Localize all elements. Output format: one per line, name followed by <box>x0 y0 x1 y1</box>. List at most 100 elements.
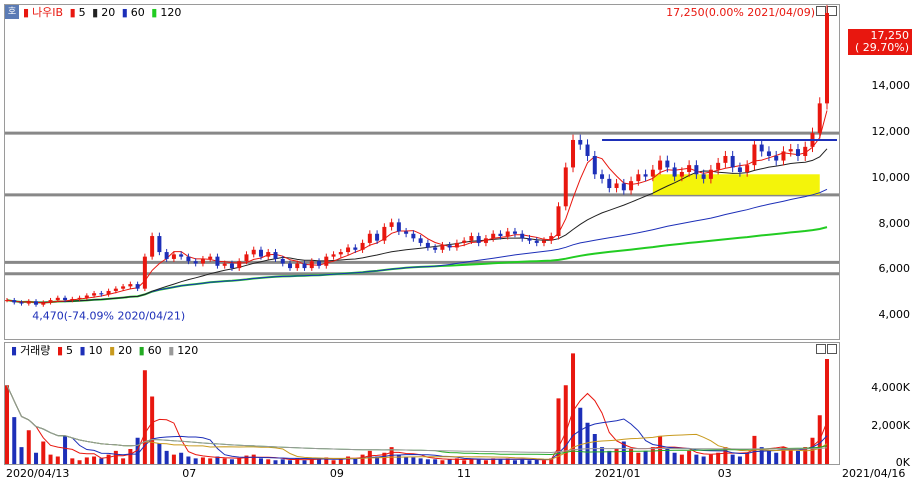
date-tick-label: 2021/01 <box>594 467 641 480</box>
candle-body <box>600 174 605 179</box>
volume-bar <box>730 454 735 464</box>
candle-body <box>425 242 430 248</box>
candle-body <box>55 297 60 301</box>
candle-body <box>483 238 488 243</box>
date-tick-label: 07 <box>182 467 197 480</box>
candle-body <box>309 261 314 269</box>
price-chart-pane[interactable]: 호 ▮ 나우IB ▮ 5 ▮ 20 ▮ 60 ▮ 120 17,250(0.00% 202… <box>4 4 840 340</box>
date-tick-label: 2021/04/16 <box>842 467 906 480</box>
candle-body <box>658 160 663 170</box>
volume-bar <box>164 450 169 464</box>
candle-body <box>106 290 111 295</box>
volume-bar <box>55 456 60 464</box>
price-tick-label: 12,000 <box>871 125 911 139</box>
candle-body <box>360 242 365 250</box>
volume-bar <box>476 459 481 464</box>
volume-bar <box>331 460 336 464</box>
candle-body <box>375 233 380 241</box>
candle-body <box>817 103 822 134</box>
candle-body <box>48 300 53 303</box>
volume-bar <box>396 454 401 464</box>
candle-body <box>367 233 372 243</box>
candle-body <box>266 252 271 257</box>
volume-bar <box>665 449 670 464</box>
candle-body <box>99 293 104 295</box>
price-tick-label: 6,000 <box>878 262 911 276</box>
volume-bar <box>280 459 285 464</box>
candle-body <box>687 165 692 172</box>
candle-body <box>142 256 147 289</box>
volume-bar <box>737 456 742 464</box>
candle-body <box>19 302 24 304</box>
volume-bar <box>251 454 256 464</box>
volume-bar <box>795 450 800 464</box>
volume-bar <box>600 447 605 464</box>
candle-body <box>208 256 213 259</box>
candle-body <box>179 254 184 257</box>
volume-bar <box>128 449 133 464</box>
price-tick-label: 8,000 <box>878 216 911 230</box>
candle-body <box>113 288 118 291</box>
candle-body <box>404 231 409 234</box>
candle-body <box>759 144 764 152</box>
volume-bar <box>766 450 771 464</box>
volume-bar <box>701 456 706 464</box>
candle-body <box>34 301 39 305</box>
candle-body <box>614 183 619 189</box>
candle-body <box>251 249 256 255</box>
date-tick-label: 11 <box>457 467 471 480</box>
ma-line-120 <box>6 226 828 304</box>
volume-bar <box>12 417 17 464</box>
candle-body <box>454 242 459 248</box>
candle-body <box>5 300 9 302</box>
volume-bar <box>150 396 155 464</box>
volume-bar <box>346 456 351 464</box>
candle-body <box>440 245 445 250</box>
volume-bar <box>418 458 423 464</box>
candle-body <box>512 231 517 234</box>
volume-bar <box>788 449 793 464</box>
volume-bar <box>5 385 9 464</box>
volume-bar <box>360 454 365 464</box>
candle-body <box>527 238 532 241</box>
candle-body <box>128 284 133 287</box>
candle-body <box>302 263 307 269</box>
volume-chart-pane[interactable]: ▮ 거래량 ▮ 5 ▮ 10 ▮ 20 ▮ 60 ▮ 120 <box>4 342 840 465</box>
volume-bar <box>266 459 271 464</box>
candle-body <box>157 236 162 253</box>
candle-body <box>825 13 829 104</box>
volume-tick-label: 4,000K <box>871 381 910 394</box>
volume-bar <box>157 443 162 464</box>
volume-bar <box>258 458 263 464</box>
candle-body <box>592 155 597 175</box>
candle-body <box>520 233 525 239</box>
candle-body <box>222 263 227 266</box>
volume-bar <box>433 459 438 464</box>
volume-bar <box>498 459 503 464</box>
volume-bar <box>106 454 111 464</box>
candle-body <box>607 178 612 189</box>
volume-bar <box>34 452 39 464</box>
volume-bar <box>77 460 82 464</box>
candle-body <box>723 155 728 163</box>
candle-body <box>672 167 677 177</box>
volume-bar <box>520 459 525 464</box>
candle-body <box>244 254 249 262</box>
candle-body <box>135 284 140 289</box>
candle-body <box>766 151 771 156</box>
candle-body <box>273 252 278 259</box>
volume-bar <box>774 452 779 464</box>
candle-body <box>745 165 750 172</box>
candle-body <box>498 233 503 237</box>
volume-bar <box>636 452 641 464</box>
candle-body <box>737 167 742 172</box>
volume-bar <box>121 458 126 464</box>
low-annotation: 4,470(-74.09% 2020/04/21) <box>32 309 185 322</box>
candle-body <box>578 139 583 145</box>
candle-body <box>237 261 242 269</box>
candle-body <box>92 293 97 296</box>
volume-bar <box>48 454 53 464</box>
volume-bar <box>440 460 445 464</box>
candle-body <box>353 247 358 250</box>
volume-bar <box>142 370 147 464</box>
